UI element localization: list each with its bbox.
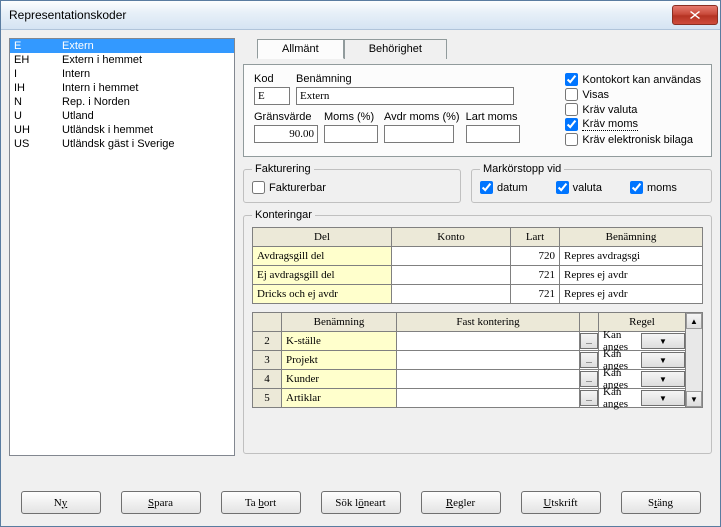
ellipsis-button[interactable]: ...	[580, 390, 598, 406]
ny-button[interactable]: Ny	[21, 491, 101, 514]
konteringar-table2[interactable]: Benämning Fast kontering Regel 2K-ställe…	[252, 312, 686, 408]
ellipsis-button[interactable]: ...	[580, 371, 598, 387]
kod-input[interactable]	[254, 87, 290, 105]
list-item[interactable]: NRep. i Norden	[10, 95, 234, 109]
regler-button[interactable]: Regler	[421, 491, 501, 514]
kravbilaga-checkbox[interactable]: Kräv elektronisk bilaga	[565, 133, 701, 146]
list-item[interactable]: EHExtern i hemmet	[10, 53, 234, 67]
fakturering-legend: Fakturering	[252, 163, 314, 175]
lartmoms-input[interactable]	[466, 125, 520, 143]
titlebar: Representationskoder	[1, 1, 720, 30]
tab-general[interactable]: Allmänt	[257, 39, 344, 59]
fakturerbar-checkbox[interactable]: Fakturerbar	[252, 181, 452, 194]
code-list[interactable]: EExternEHExtern i hemmetIInternIHIntern …	[9, 38, 235, 456]
markorstopp-legend: Markörstopp vid	[480, 163, 564, 175]
benamning-label: Benämning	[296, 73, 514, 85]
moms-input[interactable]	[324, 125, 378, 143]
avdrmoms-input[interactable]	[384, 125, 454, 143]
konteringar-group: Konteringar Del Konto Lart Benämning Avd…	[243, 209, 712, 454]
ellipsis-button[interactable]: ...	[580, 333, 598, 349]
button-bar: Ny Spara Ta bort Sök löneart Regler Utsk…	[1, 481, 720, 526]
list-item[interactable]: IHIntern i hemmet	[10, 81, 234, 95]
table-row[interactable]: Dricks och ej avdr721Repres ej avdr	[253, 285, 703, 304]
fakturering-group: Fakturering Fakturerbar	[243, 163, 461, 203]
table-row[interactable]: 5Artiklar...Kan anges▼	[253, 389, 686, 408]
gransvarde-label: Gränsvärde	[254, 111, 318, 123]
list-item[interactable]: EExtern	[10, 39, 234, 53]
utskrift-button[interactable]: Utskrift	[521, 491, 601, 514]
spara-button[interactable]: Spara	[121, 491, 201, 514]
chevron-down-icon[interactable]: ▼	[641, 390, 685, 406]
window-title: Representationskoder	[9, 8, 672, 22]
list-item[interactable]: UUtland	[10, 109, 234, 123]
general-panel: Kod Benämning Gränsvärde	[243, 64, 712, 157]
tab-auth[interactable]: Behörighet	[344, 39, 447, 59]
moms-label: Moms (%)	[324, 111, 378, 123]
konteringar-legend: Konteringar	[252, 209, 315, 221]
konteringar-table1[interactable]: Del Konto Lart Benämning Avdragsgill del…	[252, 227, 703, 304]
lartmoms-label: Lart moms	[466, 111, 520, 123]
scroll-up-icon[interactable]: ▲	[686, 313, 702, 329]
kravvaluta-checkbox[interactable]: Kräv valuta	[565, 103, 701, 116]
table-row[interactable]: Ej avdragsgill del721Repres ej avdr	[253, 266, 703, 285]
close-button[interactable]	[672, 5, 718, 25]
list-item[interactable]: IIntern	[10, 67, 234, 81]
tabort-button[interactable]: Ta bort	[221, 491, 301, 514]
scroll-down-icon[interactable]: ▼	[686, 391, 702, 407]
table2-scrollbar[interactable]: ▲ ▼	[686, 312, 703, 408]
ellipsis-button[interactable]: ...	[580, 352, 598, 368]
dialog-window: Representationskoder EExternEHExtern i h…	[0, 0, 721, 527]
stang-button[interactable]: Stäng	[621, 491, 701, 514]
moms-checkbox[interactable]: moms	[630, 181, 677, 194]
list-item[interactable]: UHUtländsk i hemmet	[10, 123, 234, 137]
chevron-down-icon[interactable]: ▼	[641, 352, 685, 368]
markorstopp-group: Markörstopp vid datum valuta moms	[471, 163, 712, 203]
list-item[interactable]: USUtländsk gäst i Sverige	[10, 137, 234, 151]
kravmoms-checkbox[interactable]: Kräv moms	[565, 118, 701, 131]
chevron-down-icon[interactable]: ▼	[641, 371, 685, 387]
chevron-down-icon[interactable]: ▼	[641, 333, 685, 349]
avdrmoms-label: Avdr moms (%)	[384, 111, 460, 123]
sokloneart-button[interactable]: Sök löneart	[321, 491, 401, 514]
benamning-input[interactable]	[296, 87, 514, 105]
close-icon	[690, 11, 700, 19]
datum-checkbox[interactable]: datum	[480, 181, 528, 194]
table-row[interactable]: Avdragsgill del720Repres avdragsgi	[253, 247, 703, 266]
valuta-checkbox[interactable]: valuta	[556, 181, 602, 194]
kontokort-checkbox[interactable]: Kontokort kan användas	[565, 73, 701, 86]
gransvarde-input[interactable]	[254, 125, 318, 143]
kod-label: Kod	[254, 73, 290, 85]
visas-checkbox[interactable]: Visas	[565, 88, 701, 101]
